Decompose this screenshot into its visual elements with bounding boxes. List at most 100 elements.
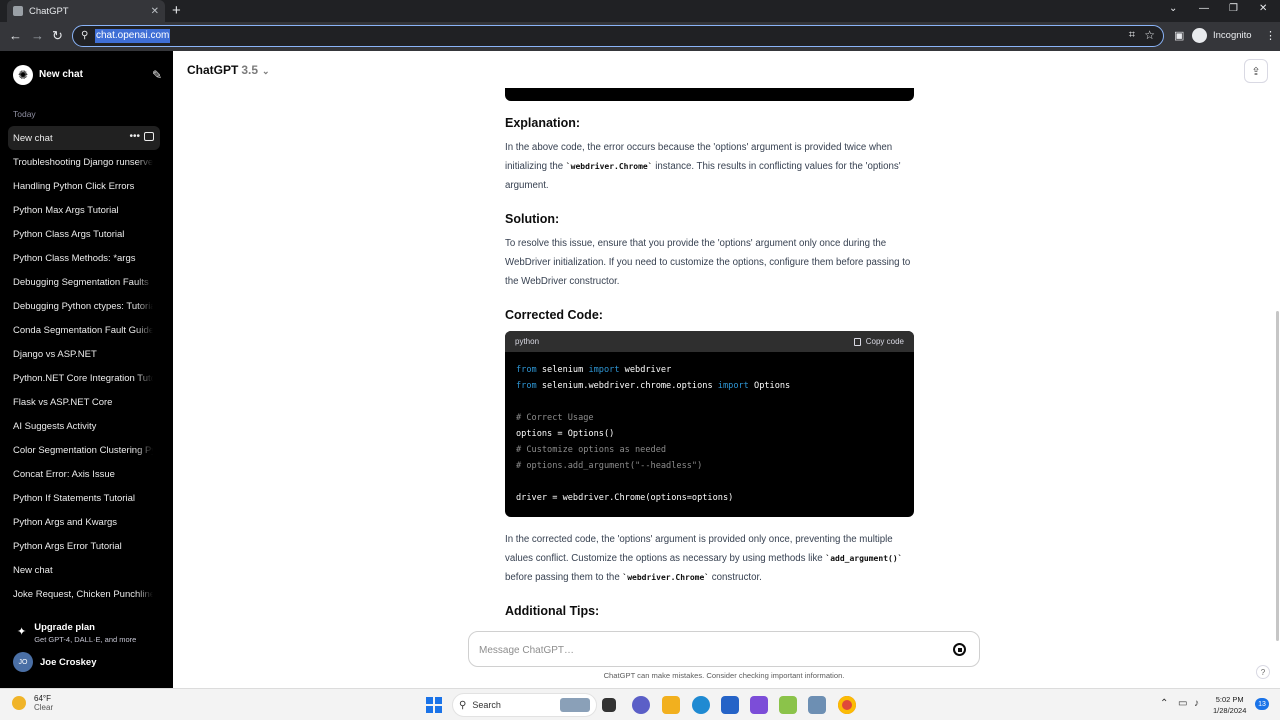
model-selector[interactable]: ChatGPT 3.5 ⌄ bbox=[187, 63, 270, 77]
show-hidden-icons-icon[interactable]: ⌃ bbox=[1160, 698, 1168, 709]
code-token: # Customize options as needed bbox=[516, 445, 667, 455]
volume-icon[interactable]: ♪ bbox=[1194, 698, 1199, 709]
chat-item[interactable]: Python Class Methods: *args bbox=[8, 246, 160, 270]
chat-item[interactable]: Django vs ASP.NET bbox=[8, 342, 160, 366]
user-menu[interactable]: JO Joe Croskey bbox=[13, 652, 97, 672]
browser-menu-icon[interactable]: ⋮ bbox=[1265, 29, 1276, 42]
chat-item-label: Python Class Methods: *args bbox=[13, 252, 136, 264]
upgrade-subtitle: Get GPT-4, DALL·E, and more bbox=[34, 635, 137, 644]
chat-item[interactable]: Handling Python Click Errors bbox=[8, 174, 160, 198]
chat-item-label: Django vs ASP.NET bbox=[13, 348, 97, 360]
windows-start-icon[interactable] bbox=[426, 697, 442, 713]
search-highlight-image bbox=[560, 698, 590, 712]
code-content[interactable]: from selenium import webdriver from selen… bbox=[505, 352, 914, 516]
chat-item[interactable]: AI Suggests Activity bbox=[8, 414, 160, 438]
network-tool-icon[interactable] bbox=[808, 696, 826, 714]
code-line: # Customize options as needed bbox=[516, 442, 903, 458]
site-info-icon[interactable]: ⚲ bbox=[81, 30, 93, 42]
text-run: before passing them to the bbox=[505, 571, 623, 583]
browser-tabstrip: ChatGPT ✕ + ⌄ — ❐ ✕ bbox=[0, 0, 1280, 22]
chat-item[interactable]: Python Class Args Tutorial bbox=[8, 222, 160, 246]
chrome-icon[interactable] bbox=[838, 696, 856, 714]
copy-code-label: Copy code bbox=[865, 337, 904, 346]
chat-item-label: Debugging Segmentation Faults bbox=[13, 276, 149, 288]
disclaimer-text: ChatGPT can make mistakes. Consider chec… bbox=[603, 671, 845, 680]
weather-condition: Clear bbox=[34, 703, 54, 712]
chat-item[interactable]: Python Args Error Tutorial bbox=[8, 534, 160, 558]
additional-tips-heading: Additional Tips: bbox=[505, 604, 600, 618]
share-icon[interactable]: ⇪ bbox=[1244, 59, 1268, 83]
browser-tab[interactable]: ChatGPT ✕ bbox=[7, 0, 165, 22]
chat-item-label: Color Segmentation Clustering Python bbox=[13, 444, 153, 456]
openai-logo-icon: ✺ bbox=[13, 64, 33, 85]
vpn-app-icon[interactable] bbox=[750, 696, 768, 714]
chat-item-label: New chat bbox=[13, 132, 53, 144]
message-input[interactable] bbox=[479, 641, 919, 659]
system-clock[interactable]: 5:02 PM 1/28/2024 bbox=[1213, 694, 1246, 716]
chat-item[interactable]: Python Max Args Tutorial bbox=[8, 198, 160, 222]
bookmark-star-icon[interactable]: ☆ bbox=[1144, 28, 1155, 42]
microsoft-store-icon[interactable] bbox=[721, 696, 739, 714]
more-options-icon[interactable]: ••• bbox=[129, 131, 140, 142]
chat-item[interactable]: Python Args and Kwargs bbox=[8, 510, 160, 534]
scrollbar[interactable] bbox=[1276, 311, 1279, 641]
taskbar-search[interactable]: ⚲ Search bbox=[452, 693, 597, 717]
url-text[interactable]: chat.openai.com bbox=[95, 29, 171, 43]
address-bar[interactable]: ⚲ chat.openai.com ⌗ ☆ bbox=[72, 25, 1164, 47]
chat-item[interactable]: Python If Statements Tutorial bbox=[8, 486, 160, 510]
notepad-plus-icon[interactable] bbox=[779, 696, 797, 714]
new-tab-button[interactable]: + bbox=[172, 2, 181, 20]
corrected-code-heading: Corrected Code: bbox=[505, 308, 603, 322]
tab-search-icon[interactable]: ⌄ bbox=[1169, 3, 1177, 14]
search-icon: ⚲ bbox=[459, 699, 467, 711]
compose-icon[interactable]: ✎ bbox=[152, 68, 162, 82]
chat-item[interactable]: New chat ••• bbox=[8, 126, 160, 150]
model-name: ChatGPT bbox=[187, 63, 239, 77]
incognito-icon bbox=[1192, 28, 1207, 43]
stop-generating-icon[interactable] bbox=[953, 643, 966, 656]
chat-item[interactable]: Troubleshooting Django runserver bbox=[8, 150, 160, 174]
copy-code-button[interactable]: Copy code bbox=[853, 337, 904, 346]
chat-item[interactable]: Debugging Python ctypes: Tutorial bbox=[8, 294, 160, 318]
chat-item[interactable]: Python.NET Core Integration Tutorial bbox=[8, 366, 160, 390]
notification-badge[interactable]: 13 bbox=[1255, 698, 1269, 710]
chat-item[interactable]: Debugging Segmentation Faults bbox=[8, 270, 160, 294]
code-token: from bbox=[516, 365, 537, 375]
chat-item[interactable]: Color Segmentation Clustering Python bbox=[8, 438, 160, 462]
code-token: from bbox=[516, 381, 537, 391]
window-close-button[interactable]: ✕ bbox=[1259, 3, 1267, 14]
side-panel-icon[interactable]: ▣ bbox=[1174, 29, 1184, 42]
tab-close-icon[interactable]: ✕ bbox=[151, 6, 159, 17]
archive-icon[interactable] bbox=[144, 132, 154, 141]
model-version: 3.5 bbox=[241, 63, 259, 77]
chat-item-label: Python If Statements Tutorial bbox=[13, 492, 135, 504]
teams-chat-icon[interactable] bbox=[632, 696, 650, 714]
chat-item[interactable]: Concat Error: Axis Issue bbox=[8, 462, 160, 486]
incognito-indicator[interactable]: Incognito bbox=[1192, 28, 1252, 43]
chat-item[interactable]: Joke Request, Chicken Punchline bbox=[8, 582, 160, 606]
chat-item[interactable]: Conda Segmentation Fault Guide bbox=[8, 318, 160, 342]
chat-item-label: New chat bbox=[13, 564, 53, 576]
avatar: JO bbox=[13, 652, 33, 672]
qr-code-icon[interactable]: ⌗ bbox=[1129, 29, 1135, 42]
task-view-icon[interactable] bbox=[602, 698, 616, 712]
upgrade-plan-button[interactable]: ✦ Upgrade plan Get GPT-4, DALL·E, and mo… bbox=[13, 622, 136, 644]
maximize-button[interactable]: ❐ bbox=[1229, 3, 1238, 14]
corrected-explanation-paragraph: In the corrected code, the 'options' arg… bbox=[505, 531, 915, 587]
chevron-down-icon: ⌄ bbox=[262, 66, 270, 76]
message-composer[interactable] bbox=[468, 631, 980, 667]
network-icon[interactable]: ▭ bbox=[1178, 698, 1187, 709]
chat-item[interactable]: New chat bbox=[8, 558, 160, 582]
chat-item[interactable]: Flask vs ASP.NET Core bbox=[8, 390, 160, 414]
edge-browser-icon[interactable] bbox=[692, 696, 710, 714]
file-explorer-icon[interactable] bbox=[662, 696, 680, 714]
forward-icon[interactable]: → bbox=[31, 28, 44, 44]
new-chat-label: New chat bbox=[39, 69, 83, 80]
help-icon[interactable]: ? bbox=[1256, 665, 1270, 679]
new-chat-button[interactable]: ✺ New chat ✎ bbox=[8, 61, 162, 88]
minimize-button[interactable]: — bbox=[1199, 3, 1209, 14]
reload-icon[interactable]: ↻ bbox=[52, 28, 63, 44]
weather-widget[interactable]: 64°F Clear bbox=[12, 694, 53, 712]
chat-item-label: Handling Python Click Errors bbox=[13, 180, 135, 192]
back-icon[interactable]: ← bbox=[9, 28, 22, 44]
